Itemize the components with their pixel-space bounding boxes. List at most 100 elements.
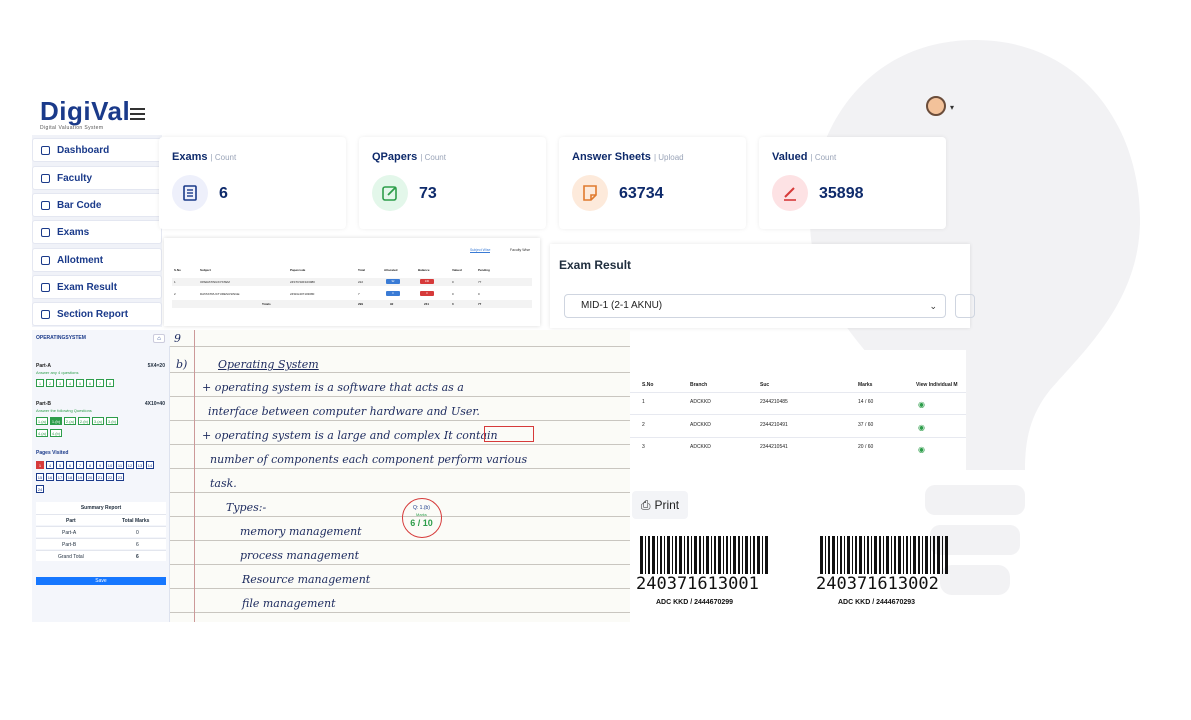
handwritten-line: number of components each component perf… [210,453,528,466]
question-button[interactable]: 4 [66,379,74,387]
page-button[interactable]: 24 [36,485,44,493]
stat-card-exams: Exams | Count 6 [159,137,346,229]
sidebar-item-faculty[interactable]: Faculty [32,166,162,190]
cell: 3 [642,444,645,450]
cell: 1 [642,399,645,405]
tab-faculty-wise[interactable]: Faculty Wise [510,248,530,252]
sidebar-item-allotment[interactable]: Allotment [32,248,162,272]
col-header: Part [66,518,76,524]
question-button[interactable]: 2.(a) [64,417,76,425]
logo-text: DigiVal [40,96,131,126]
print-button[interactable]: ⎙ Print [632,491,688,519]
page-button[interactable]: 12 [126,461,134,469]
home-icon[interactable]: ⌂ [153,334,165,343]
eye-icon[interactable]: ◉ [918,445,925,454]
tab-subject-wise[interactable]: Subject Wise [470,248,491,253]
page-button[interactable]: 7 [76,461,84,469]
page-button[interactable]: 5 [56,461,64,469]
summary-row: Part-A 0 [36,526,166,537]
sidebar-item-dashboard[interactable]: Dashboard [32,138,162,162]
col-header: Valued [452,268,462,272]
col-header: Total [358,268,365,272]
page-button[interactable]: 23 [116,473,124,481]
question-button[interactable]: 8 [106,379,114,387]
page-button[interactable]: 18 [66,473,74,481]
cell: 2344210541 [760,444,788,450]
cell: 0 [478,292,480,296]
page-button[interactable]: 11 [116,461,124,469]
balance-badge[interactable]: 130 [420,279,434,284]
col-header: Suc [760,382,770,388]
question-button[interactable]: 5 [76,379,84,387]
barcode-number: 240371613002 [816,574,939,594]
question-button[interactable]: 2.(b) [78,417,90,425]
cell: Totals [262,302,271,306]
barcode-graphic [640,536,768,574]
sidebar-item-label: Allotment [57,254,104,266]
sidebar-item-exams[interactable]: Exams [32,220,162,244]
handwritten-line: Resource management [242,573,371,586]
stat-sub: | Upload [653,153,684,162]
page-button-current[interactable]: 1 [36,461,44,469]
question-button[interactable]: 3.(a) [92,417,104,425]
page-button[interactable]: 13 [136,461,144,469]
marks-stamp[interactable]: Q: 1.(b) Marks 6 / 10 [402,498,442,538]
col-header: Pending [478,268,490,272]
chevron-down-icon[interactable]: ▾ [950,103,954,112]
page-button[interactable]: 10 [106,461,114,469]
page-button[interactable]: 16 [46,473,54,481]
allocated-badge[interactable]: 92 [386,279,400,284]
col-header: Papercode [290,268,306,272]
result-icon [41,283,50,292]
save-button[interactable]: Save [36,577,166,585]
page-button[interactable]: 20 [86,473,94,481]
cell: 77 [478,280,482,284]
page-button[interactable]: 14 [146,461,154,469]
eye-icon[interactable]: ◉ [918,400,925,409]
table-header-row: S.No Subject Papercode Total Allocated B… [172,266,532,274]
col-header: Marks [858,382,873,388]
question-button[interactable]: 4.(b) [50,429,62,437]
subject-name: OPERATINGSYSTEM [36,335,86,341]
exam-select[interactable]: MID-1 (2-1 AKNU) ⌄ [564,294,946,318]
page-button[interactable]: 19 [76,473,84,481]
secondary-select[interactable] [955,294,975,318]
question-button[interactable]: 2 [46,379,54,387]
allocated-badge[interactable]: 0 [386,291,400,296]
user-avatar[interactable] [926,96,946,116]
question-button[interactable]: 6 [86,379,94,387]
question-button[interactable]: 1.(a) [36,417,48,425]
question-button[interactable]: 3.(b) [106,417,118,425]
menu-toggle-icon[interactable] [130,108,145,120]
sidebar-item-label: Dashboard [57,144,110,156]
sidebar-item-bar-code[interactable]: Bar Code [32,193,162,217]
sidebar-item-label: Exam Result [57,281,118,293]
question-button[interactable]: 1 [36,379,44,387]
cell: Part-A [62,530,77,536]
question-button-active[interactable]: 1.(b) [50,417,62,425]
cell: 2344210485 [760,399,788,405]
answer-sheet-image: 9 b) Operating System + operating system… [170,330,630,622]
eye-icon[interactable]: ◉ [918,423,925,432]
stamp-marks: 6 / 10 [410,518,433,528]
page-button[interactable]: 9 [96,461,104,469]
page-button[interactable]: 8 [86,461,94,469]
page-button[interactable]: 6 [66,461,74,469]
part-a-marks: 5X4=20 [147,363,165,369]
page-button[interactable]: 17 [56,473,64,481]
page-button[interactable]: 22 [106,473,114,481]
sidebar-item-exam-result[interactable]: Exam Result [32,275,162,299]
sidebar-item-section-report[interactable]: Section Report [32,302,162,326]
stat-value: 73 [419,185,437,202]
cell: 6 [136,554,139,560]
page-button[interactable]: 4 [46,461,54,469]
question-button[interactable]: 3 [56,379,64,387]
question-button[interactable]: 4.(a) [36,429,48,437]
page-button[interactable]: 15 [36,473,44,481]
stat-title: QPapers [372,151,418,163]
question-button[interactable]: 7 [96,379,104,387]
page-button[interactable]: 21 [96,473,104,481]
col-header: S.No [174,268,181,272]
balance-badge[interactable]: 0 [420,291,434,296]
summary-total-row: Grand Total 6 [36,550,166,561]
